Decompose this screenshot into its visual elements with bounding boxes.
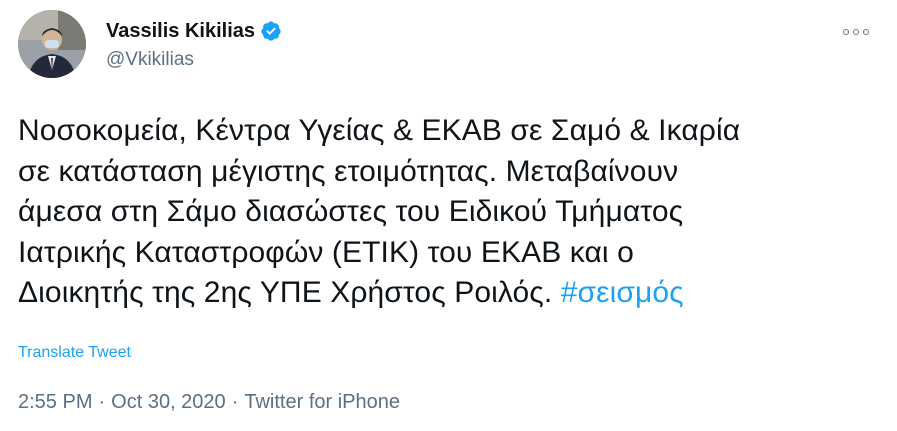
display-name-row: Vassilis Kikilias — [106, 18, 282, 44]
tweet-text-line: Διοικητής της 2ης ΥΠΕ Χρήστος Ροιλός. — [18, 276, 561, 309]
author-info[interactable]: Vassilis Kikilias @Vkikilias — [106, 18, 282, 72]
more-dot — [863, 29, 869, 35]
more-dot — [843, 29, 849, 35]
tweet-text-line: σε κατάσταση μέγιστης ετοιμότητας. Μεταβ… — [18, 154, 679, 188]
tweet-meta: 2:55 PM · Oct 30, 2020 · Twitter for iPh… — [18, 391, 400, 414]
tweet-text: Νοσοκομεία, Κέντρα Υγείας & ΕΚΑΒ σε Σαμό… — [18, 111, 878, 314]
verified-badge-icon — [260, 20, 282, 42]
tweet-source[interactable]: Twitter for iPhone — [244, 391, 400, 414]
tweet-text-line: άμεσα στη Σάμο διασώστες του Ειδικού Τμή… — [18, 195, 684, 228]
tweet-text-line: Ιατρικής Καταστροφών (ΕΤΙΚ) του ΕΚΑΒ και… — [18, 235, 634, 269]
more-options-icon[interactable] — [843, 22, 869, 42]
more-dot — [853, 29, 859, 35]
tweet-date[interactable]: Oct 30, 2020 — [111, 391, 226, 414]
translate-tweet-link[interactable]: Translate Tweet — [18, 344, 131, 362]
tweet-card: Vassilis Kikilias @Vkikilias Νοσοκομεία,… — [0, 0, 897, 431]
hashtag-link[interactable]: #σεισμός — [561, 276, 684, 309]
meta-separator: · — [98, 391, 106, 413]
avatar[interactable] — [18, 10, 86, 78]
display-name[interactable]: Vassilis Kikilias — [106, 18, 255, 44]
meta-separator: · — [231, 391, 239, 413]
tweet-time[interactable]: 2:55 PM — [18, 391, 92, 414]
tweet-text-line: Νοσοκομεία, Κέντρα Υγείας & ΕΚΑΒ σε Σαμό… — [18, 114, 741, 147]
handle[interactable]: @Vkikilias — [106, 48, 282, 72]
